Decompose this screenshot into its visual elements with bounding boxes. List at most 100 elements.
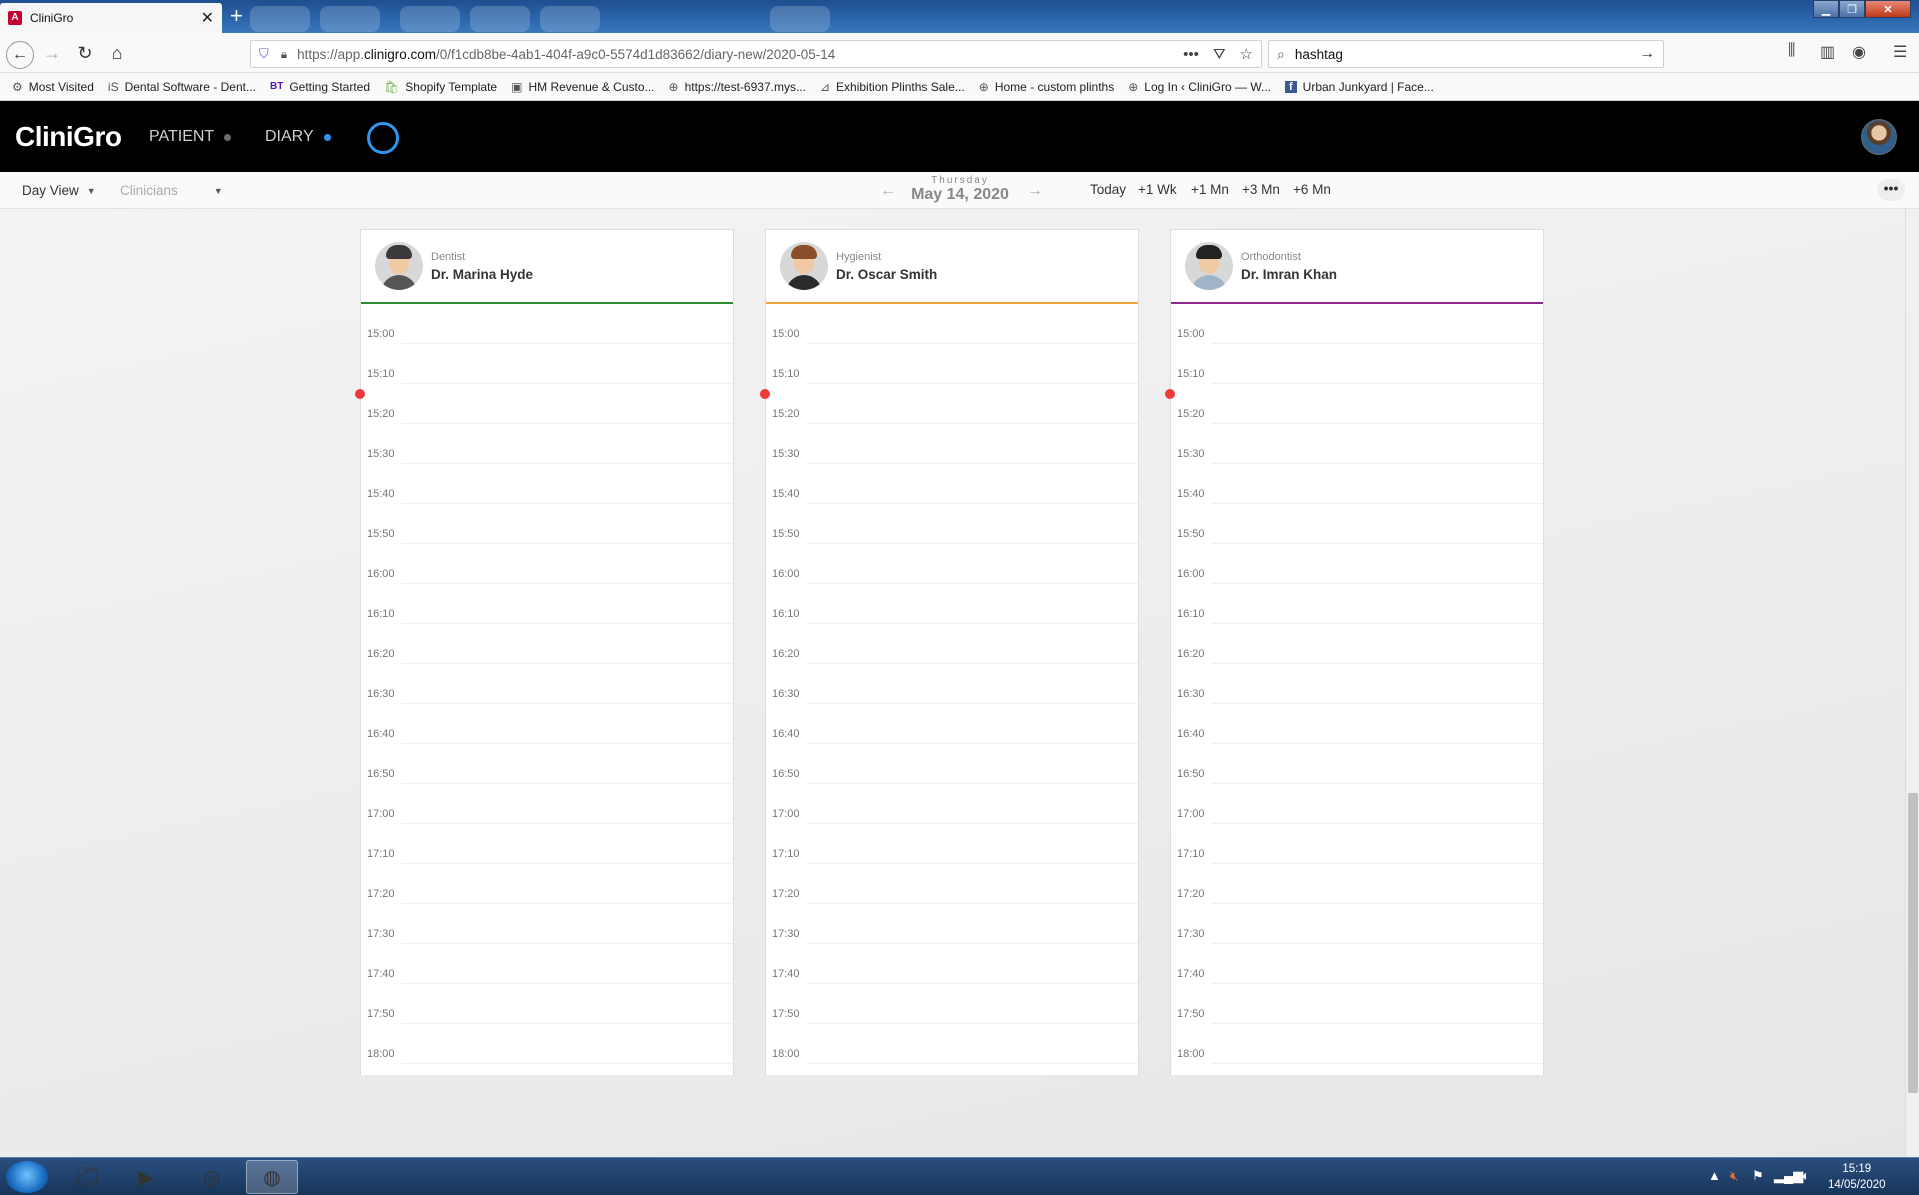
time-slot[interactable]: 16:40 xyxy=(772,704,1138,744)
time-slot[interactable]: 15:50 xyxy=(367,504,733,544)
time-slot[interactable]: 15:10 xyxy=(367,344,733,384)
bookmark-item[interactable]: ▣ HM Revenue & Custo... xyxy=(511,80,654,94)
time-slot[interactable]: 17:30 xyxy=(367,904,733,944)
time-slot[interactable]: 16:40 xyxy=(367,704,733,744)
bookmark-item[interactable]: ⊕ Home - custom plinths xyxy=(979,80,1114,94)
chrome-icon[interactable]: ◎ xyxy=(186,1160,238,1194)
time-slot[interactable]: 16:30 xyxy=(772,664,1138,704)
time-slot[interactable]: 18:00 xyxy=(367,1024,733,1064)
maximize-window-button[interactable]: ❐ xyxy=(1839,0,1865,18)
volume-muted-icon[interactable]: 🔇︎ xyxy=(1730,1168,1738,1184)
time-slot[interactable]: 16:00 xyxy=(367,544,733,584)
time-slot[interactable]: 16:50 xyxy=(367,744,733,784)
time-slot[interactable]: 15:00 xyxy=(772,304,1138,344)
tracking-shield-icon[interactable]: ⛉ xyxy=(259,46,269,62)
clinician-header[interactable]: Hygienist Dr. Oscar Smith xyxy=(766,230,1138,304)
time-slot[interactable]: 16:20 xyxy=(367,624,733,664)
close-tab-icon[interactable]: ✕ xyxy=(201,8,214,28)
sidebar-icon[interactable]: ▥ xyxy=(1820,42,1835,62)
account-icon[interactable]: ◉ xyxy=(1852,42,1866,62)
time-slot[interactable]: 18:00 xyxy=(772,1024,1138,1064)
vertical-scrollbar[interactable] xyxy=(1905,209,1919,1157)
close-window-button[interactable]: ✕ xyxy=(1865,0,1911,18)
search-go-arrow-icon[interactable]: → xyxy=(1639,45,1655,63)
scrollbar-thumb[interactable] xyxy=(1908,793,1918,1093)
time-slot[interactable]: 17:10 xyxy=(1177,824,1543,864)
time-slot[interactable]: 15:00 xyxy=(1177,304,1543,344)
time-slot[interactable]: 16:20 xyxy=(772,624,1138,664)
user-avatar[interactable] xyxy=(1861,119,1897,155)
time-slot[interactable]: 15:20 xyxy=(772,384,1138,424)
browser-tab-active[interactable]: A CliniGro ✕ xyxy=(0,3,222,33)
time-slot[interactable]: 15:30 xyxy=(367,424,733,464)
time-slot[interactable]: 17:10 xyxy=(772,824,1138,864)
jump-6-months-button[interactable]: +6 Mn xyxy=(1293,182,1331,197)
current-date[interactable]: Thursday May 14, 2020 xyxy=(870,175,1050,204)
start-button[interactable] xyxy=(6,1161,48,1193)
forward-button[interactable]: → xyxy=(40,41,64,65)
speaker-icon[interactable]: 🔈︎ xyxy=(1802,1168,1810,1184)
jump-1-week-button[interactable]: +1 Wk xyxy=(1138,182,1177,197)
time-slot[interactable]: 17:30 xyxy=(772,904,1138,944)
time-slot[interactable]: 18:00 xyxy=(1177,1024,1543,1064)
time-slot[interactable]: 16:10 xyxy=(1177,584,1543,624)
time-slot[interactable]: 16:00 xyxy=(772,544,1138,584)
search-bar[interactable]: ⌕ → xyxy=(1268,40,1664,68)
view-select[interactable]: Day View ▼ xyxy=(22,183,96,198)
media-player-icon[interactable]: ▶ xyxy=(120,1160,172,1194)
bookmark-item[interactable]: iS Dental Software - Dent... xyxy=(108,80,256,94)
page-actions-icon[interactable]: ••• xyxy=(1183,46,1199,63)
bookmark-item[interactable]: BT Getting Started xyxy=(270,80,370,94)
file-explorer-icon[interactable]: 📁︎ xyxy=(62,1160,114,1194)
library-icon[interactable]: ⫼ xyxy=(1788,42,1795,60)
time-slot[interactable]: 17:20 xyxy=(772,864,1138,904)
clinicians-select[interactable]: Clinicians ▼ xyxy=(120,183,223,198)
time-slot[interactable]: 17:20 xyxy=(367,864,733,904)
time-slot[interactable]: 15:50 xyxy=(772,504,1138,544)
action-center-flag-icon[interactable]: ⚑ xyxy=(1752,1168,1764,1184)
time-slot[interactable]: 17:30 xyxy=(1177,904,1543,944)
menu-icon[interactable]: ☰ xyxy=(1893,42,1907,62)
home-button[interactable]: ⌂ xyxy=(105,41,129,65)
time-slot[interactable]: 16:30 xyxy=(1177,664,1543,704)
url-text[interactable]: https://app.clinigro.com/0/f1cdb8be-4ab1… xyxy=(297,47,1169,62)
jump-3-months-button[interactable]: +3 Mn xyxy=(1242,182,1280,197)
pocket-icon[interactable]: ⛛ xyxy=(1213,46,1226,63)
time-slot[interactable]: 15:20 xyxy=(1177,384,1543,424)
time-slot[interactable]: 15:00 xyxy=(367,304,733,344)
more-options-button[interactable]: ••• xyxy=(1877,179,1905,201)
time-slot[interactable]: 15:10 xyxy=(1177,344,1543,384)
lock-icon[interactable]: 🔒︎ xyxy=(281,47,287,62)
time-slot[interactable]: 17:40 xyxy=(772,944,1138,984)
time-slot[interactable]: 15:20 xyxy=(367,384,733,424)
bookmark-item[interactable]: ⊕ Log In ‹ CliniGro — W... xyxy=(1128,80,1271,94)
time-slot[interactable]: 17:00 xyxy=(367,784,733,824)
time-slot[interactable]: 15:10 xyxy=(772,344,1138,384)
time-slot[interactable]: 17:40 xyxy=(1177,944,1543,984)
bookmark-item[interactable]: 🛍︎ Shopify Template xyxy=(384,80,497,94)
time-slot[interactable]: 15:30 xyxy=(1177,424,1543,464)
time-slot[interactable]: 16:40 xyxy=(1177,704,1543,744)
search-input[interactable] xyxy=(1294,46,1639,62)
jump-1-month-button[interactable]: +1 Mn xyxy=(1191,182,1229,197)
time-slot[interactable]: 16:10 xyxy=(367,584,733,624)
time-slot[interactable]: 16:20 xyxy=(1177,624,1543,664)
time-slot[interactable]: 17:40 xyxy=(367,944,733,984)
new-tab-icon[interactable]: + xyxy=(230,5,243,27)
time-slot[interactable]: 16:00 xyxy=(1177,544,1543,584)
clinician-header[interactable]: Dentist Dr. Marina Hyde xyxy=(361,230,733,304)
nav-diary[interactable]: DIARY xyxy=(265,128,331,146)
tray-expand-icon[interactable]: ▲ xyxy=(1708,1168,1721,1183)
time-slot[interactable]: 16:50 xyxy=(1177,744,1543,784)
time-slot[interactable]: 16:30 xyxy=(367,664,733,704)
back-button[interactable]: ← xyxy=(6,41,34,69)
jump-today-button[interactable]: Today xyxy=(1090,182,1126,197)
next-day-arrow-icon[interactable]: → xyxy=(1027,182,1043,200)
time-slot[interactable]: 17:10 xyxy=(367,824,733,864)
time-slot[interactable]: 15:40 xyxy=(1177,464,1543,504)
time-slot[interactable]: 16:50 xyxy=(772,744,1138,784)
system-clock[interactable]: 15:19 14/05/2020 xyxy=(1828,1161,1886,1193)
time-slot[interactable]: 15:40 xyxy=(367,464,733,504)
network-icon[interactable]: ▂▄▆ xyxy=(1774,1168,1803,1184)
bookmark-star-icon[interactable]: ☆ xyxy=(1240,45,1253,63)
